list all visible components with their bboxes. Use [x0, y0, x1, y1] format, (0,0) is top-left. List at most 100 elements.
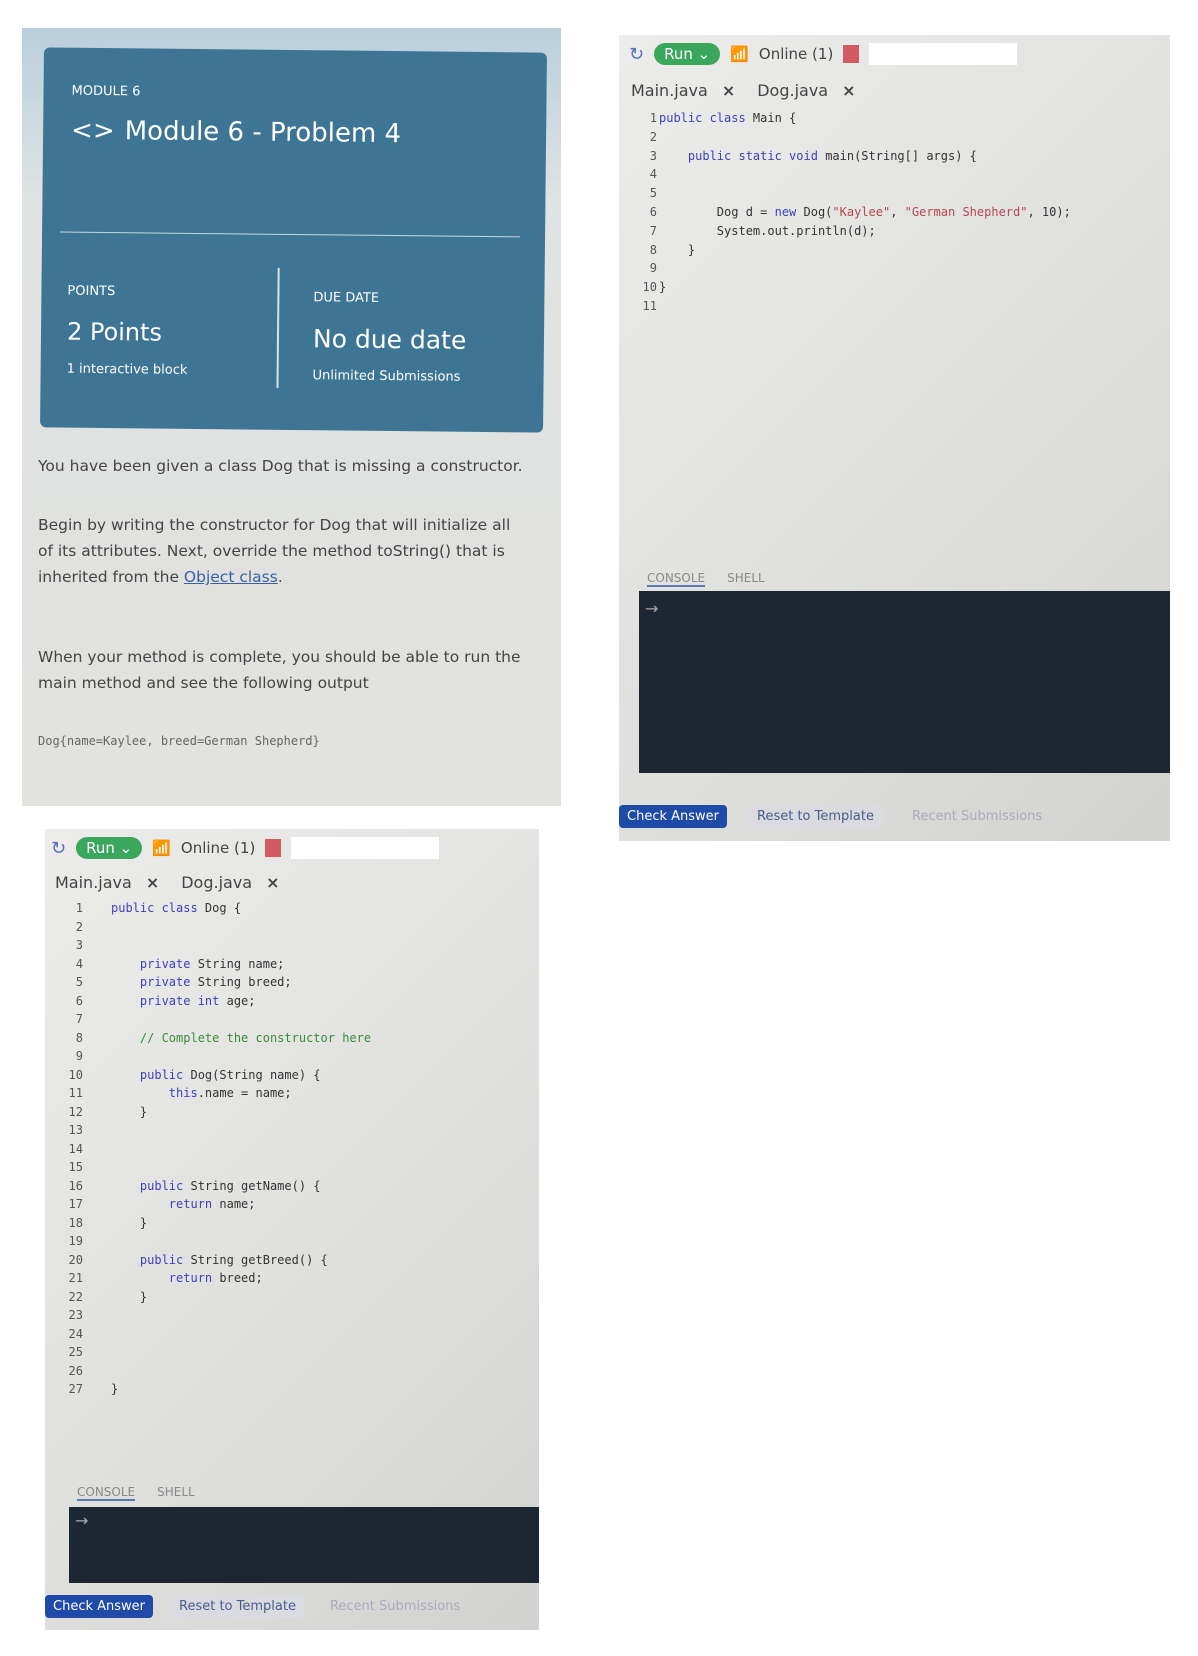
code-line: public String getBreed() { — [139, 1252, 328, 1267]
code-line: } — [659, 242, 696, 257]
line-number: 23 — [68, 1308, 83, 1322]
code-line: public class Main { — [659, 111, 797, 125]
line-number: 8 — [75, 1030, 83, 1045]
tab-console[interactable]: CONSOLE — [77, 1485, 136, 1501]
description-paragraph: Begin by writing the constructor for Dog… — [38, 516, 511, 586]
tab-main-java[interactable]: Main.java × — [631, 81, 735, 100]
line-number: 9 — [649, 261, 657, 276]
code-line: private int age; — [139, 993, 256, 1008]
assignment-panel: MODULE 6 <> Module 6 - Problem 4 POINTS … — [22, 28, 561, 806]
expected-output: Dog{name=Kaylee, breed=German Shepherd} — [38, 734, 320, 748]
check-answer-button[interactable]: Check Answer — [45, 1595, 154, 1618]
divider — [60, 231, 521, 238]
chevron-down-icon: ⌄ — [119, 839, 133, 857]
code-line: public static void main(String[] args) { — [687, 148, 977, 163]
line-number: 11 — [68, 1086, 83, 1100]
tab-shell[interactable]: SHELL — [157, 1485, 195, 1501]
code-line: return name; — [168, 1197, 256, 1211]
line-number: 7 — [649, 223, 657, 238]
module-label: MODULE 6 — [71, 83, 141, 100]
line-number: 2 — [75, 919, 83, 934]
description-paragraph: When your method is complete, you should… — [38, 648, 521, 692]
line-number: 27 — [68, 1382, 83, 1396]
line-number: 22 — [68, 1289, 83, 1304]
line-number: 4 — [75, 956, 83, 971]
line-number: 8 — [649, 242, 657, 257]
online-status: Online (1) — [180, 839, 256, 857]
line-number: 19 — [68, 1234, 83, 1248]
replay-icon[interactable]: ↻ — [629, 44, 644, 65]
run-button[interactable]: Run ⌄ — [76, 837, 143, 859]
tab-shell[interactable]: SHELL — [727, 571, 765, 587]
code-line: this.name = name; — [168, 1086, 292, 1100]
reset-to-template-button[interactable]: Reset to Template — [749, 805, 882, 828]
line-number: 3 — [75, 938, 83, 952]
code-line: } — [111, 1382, 119, 1396]
code-line: public class Dog { — [111, 901, 242, 915]
ide-panel-main: ↻ Run ⌄ 📶 Online (1) Main.java × Dog.java… — [619, 35, 1170, 841]
close-icon[interactable]: × — [266, 873, 279, 892]
points-value: 2 Points — [66, 317, 163, 347]
code-line: // Complete the constructor here — [111, 1030, 372, 1045]
line-number: 10 — [68, 1067, 83, 1082]
code-line: } — [111, 1215, 148, 1230]
code-line: System.out.println(d); — [659, 223, 876, 238]
line-number: 13 — [68, 1123, 83, 1137]
line-number: 25 — [68, 1345, 83, 1359]
line-number: 6 — [649, 205, 657, 219]
redacted-box — [291, 837, 440, 859]
line-number: 14 — [68, 1141, 83, 1156]
status-indicator — [843, 45, 860, 63]
line-number: 15 — [68, 1160, 83, 1174]
chevron-down-icon: ⌄ — [697, 45, 711, 63]
line-number: 24 — [68, 1326, 83, 1341]
line-number: 20 — [68, 1252, 83, 1267]
reset-to-template-button[interactable]: Reset to Template — [171, 1595, 304, 1618]
code-line: } — [111, 1289, 148, 1304]
console-output[interactable]: → — [639, 591, 1170, 773]
line-number: 12 — [68, 1104, 83, 1119]
tab-console[interactable]: CONSOLE — [647, 571, 706, 587]
divider — [276, 267, 280, 388]
due-date-label: DUE DATE — [313, 290, 380, 306]
run-button[interactable]: Run ⌄ — [654, 43, 721, 65]
code-line: public String getName() { — [139, 1178, 321, 1193]
close-icon[interactable]: × — [842, 81, 855, 100]
recent-submissions-button[interactable]: Recent Submissions — [322, 1595, 468, 1618]
object-class-link[interactable]: Object class — [184, 568, 278, 586]
code-editor[interactable]: 1 public class Dog {2 3 4 private String na… — [45, 901, 539, 1421]
code-line: return breed; — [168, 1271, 263, 1285]
ide-panel-dog: ↻ Run ⌄ 📶 Online (1) Main.java × Dog.java… — [45, 829, 539, 1630]
code-editor[interactable]: 1 public class Main {2 3 public static voi… — [619, 111, 1169, 361]
tab-main-java[interactable]: Main.java × — [55, 873, 159, 892]
replay-icon[interactable]: ↻ — [51, 838, 66, 859]
points-label: POINTS — [67, 283, 116, 300]
code-line: private String breed; — [139, 975, 292, 989]
line-number: 3 — [649, 148, 657, 163]
description-paragraph: You have been given a class Dog that is … — [38, 457, 523, 475]
line-number: 2 — [649, 129, 657, 144]
redacted-box — [869, 43, 1018, 65]
wifi-icon: 📶 — [730, 45, 749, 63]
console-output[interactable]: → — [69, 1507, 539, 1583]
tab-dog-java[interactable]: Dog.java × — [181, 873, 279, 892]
check-answer-button[interactable]: Check Answer — [619, 805, 728, 828]
close-icon[interactable]: × — [722, 81, 735, 100]
line-number: 18 — [68, 1215, 83, 1230]
code-line: } — [659, 280, 667, 295]
points-sub: 1 interactive block — [66, 361, 188, 378]
code-line: } — [111, 1104, 148, 1119]
line-number: 21 — [68, 1271, 83, 1285]
line-number: 5 — [649, 186, 657, 201]
console-prompt: → — [75, 1511, 89, 1530]
recent-submissions-button[interactable]: Recent Submissions — [904, 805, 1050, 828]
online-status: Online (1) — [758, 45, 834, 63]
close-icon[interactable]: × — [146, 873, 159, 892]
tab-dog-java[interactable]: Dog.java × — [757, 81, 855, 100]
code-line: private String name; — [139, 956, 285, 971]
line-number: 9 — [75, 1049, 83, 1063]
code-line: public Dog(String name) { — [139, 1067, 321, 1082]
line-number: 17 — [68, 1197, 83, 1211]
due-date-value: No due date — [312, 324, 467, 355]
line-number: 26 — [68, 1363, 83, 1378]
